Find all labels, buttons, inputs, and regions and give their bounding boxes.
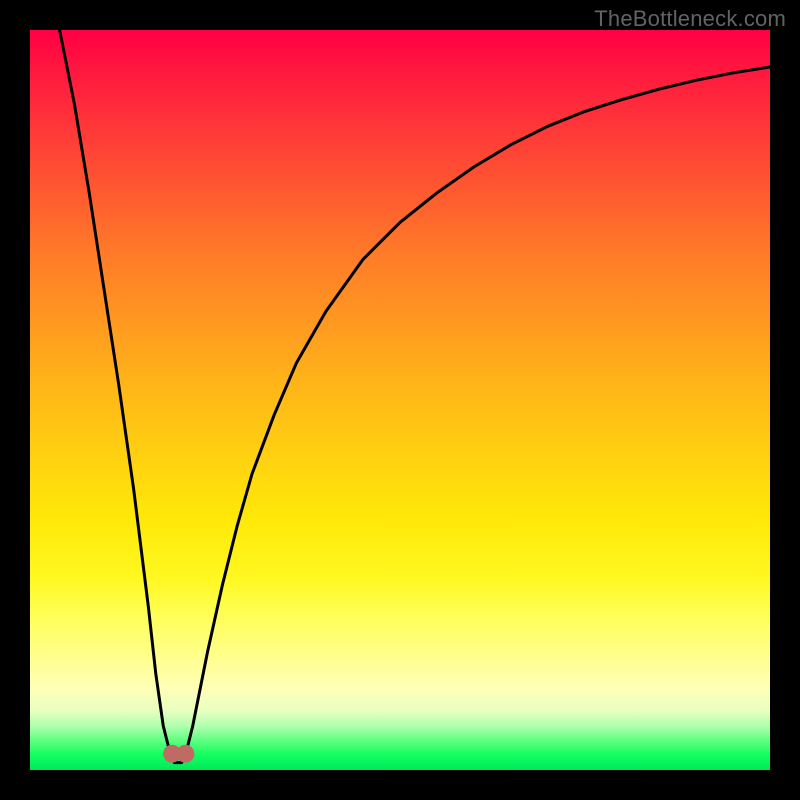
chart-frame: TheBottleneck.com [0,0,800,800]
plot-area [30,30,770,770]
curve-layer [30,30,770,770]
watermark-text: TheBottleneck.com [594,6,786,32]
valley-marker-right [176,745,194,763]
bottleneck-curve [60,30,770,763]
